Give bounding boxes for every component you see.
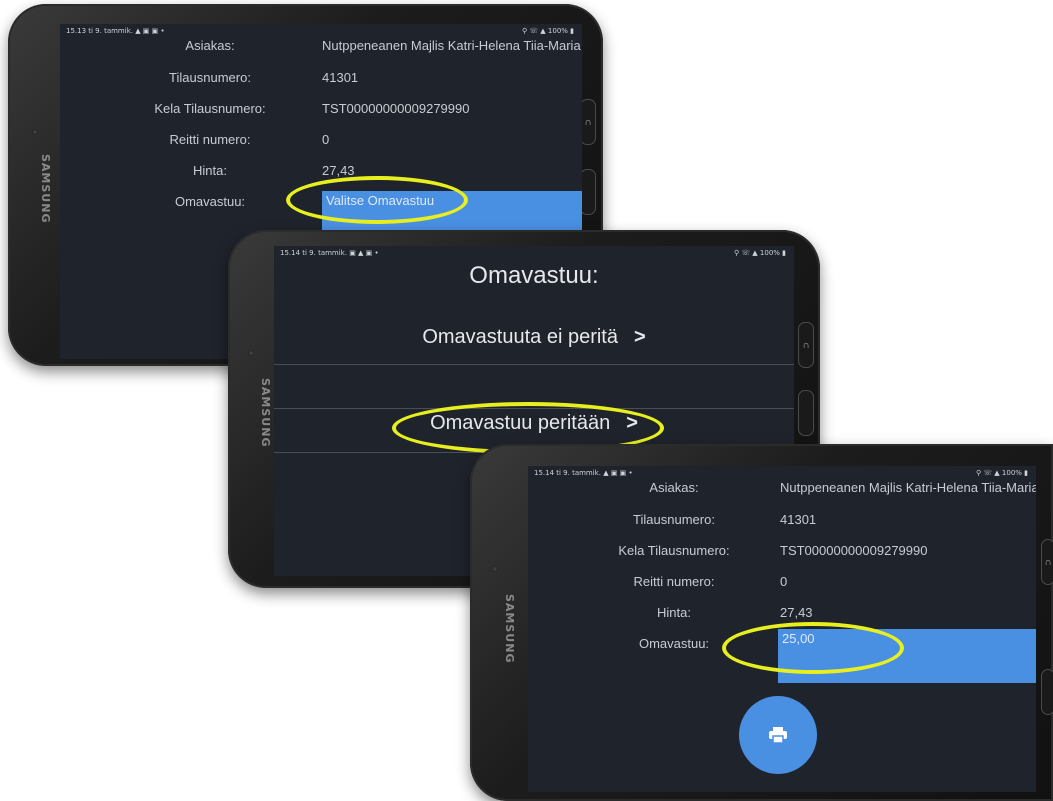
status-time: 15.13 ti 9. tammik. ▲ ▣ ▣ • [66, 27, 165, 35]
value-tilausnumero: 41301 [780, 512, 817, 527]
label-reitti-numero: Reitti numero: [633, 574, 715, 589]
label-kela-tilausnumero: Kela Tilausnumero: [154, 101, 266, 116]
status-icons: ⚲ ☏ ▲ 100% ▮ [975, 469, 1028, 477]
value-asiakas: Nutppeneanen Majlis Katri-Helena Tiia-Ma… [322, 38, 581, 53]
value-hinta: 27,43 [780, 605, 813, 620]
label-tilausnumero: Tilausnumero: [169, 70, 251, 85]
recent-apps-key[interactable]: ∩ [1041, 539, 1053, 585]
value-asiakas: Nutppeneanen Majlis Katri-Helena Tiia-Ma… [780, 480, 1036, 495]
label-hinta: Hinta: [657, 605, 691, 620]
chevron-right-icon: > [633, 326, 646, 348]
option-ei-perita[interactable]: Omavastuuta ei peritä > [274, 326, 794, 349]
option-ei-perita-label: Omavastuuta ei peritä [422, 326, 618, 348]
value-kela-tilausnumero: TST00000000009279990 [780, 543, 928, 558]
camera-icon [492, 566, 498, 572]
brand-logo: SAMSUNG [503, 594, 516, 664]
status-bar: 15.14 ti 9. tammik. ▣ ▲ ▣ • ⚲ ☏ ▲ 100% ▮ [274, 246, 794, 260]
back-key[interactable] [1041, 669, 1053, 715]
label-tilausnumero: Tilausnumero: [633, 512, 715, 527]
omavastuu-title: Omavastuu: [469, 262, 599, 289]
value-hinta: 27,43 [322, 163, 355, 178]
print-icon [769, 727, 787, 744]
status-bar: 15.13 ti 9. tammik. ▲ ▣ ▣ • ⚲ ☏ ▲ 100% ▮ [60, 24, 582, 38]
brand-logo: SAMSUNG [259, 378, 272, 448]
status-time: 15.14 ti 9. tammik. ▲ ▣ ▣ • [534, 469, 633, 477]
status-time: 15.14 ti 9. tammik. ▣ ▲ ▣ • [280, 249, 379, 257]
recent-apps-key[interactable]: ∩ [580, 99, 596, 145]
divider [274, 364, 794, 365]
highlight-ellipse [722, 622, 904, 674]
value-reitti-numero: 0 [780, 574, 788, 589]
value-tilausnumero: 41301 [322, 70, 359, 85]
recent-apps-key[interactable]: ∩ [798, 322, 814, 368]
label-hinta: Hinta: [193, 163, 227, 178]
print-button[interactable] [739, 696, 817, 774]
label-kela-tilausnumero: Kela Tilausnumero: [618, 543, 730, 558]
tablet-3: SAMSUNG ∩ 15.14 ti 9. tammik. ▲ ▣ ▣ • ⚲ … [470, 444, 1053, 801]
brand-logo: SAMSUNG [39, 154, 52, 224]
label-reitti-numero: Reitti numero: [169, 132, 251, 147]
value-reitti-numero: 0 [322, 132, 330, 147]
highlight-ellipse [286, 176, 468, 224]
status-icons: ⚲ ☏ ▲ 100% ▮ [733, 249, 786, 257]
label-asiakas: Asiakas: [649, 480, 699, 495]
camera-icon [32, 129, 38, 135]
back-key[interactable] [798, 390, 814, 436]
back-key[interactable] [580, 169, 596, 215]
value-kela-tilausnumero: TST00000000009279990 [322, 101, 470, 116]
status-bar: 15.14 ti 9. tammik. ▲ ▣ ▣ • ⚲ ☏ ▲ 100% ▮ [528, 466, 1036, 480]
label-asiakas: Asiakas: [185, 38, 235, 53]
camera-icon [248, 350, 254, 356]
status-icons: ⚲ ☏ ▲ 100% ▮ [521, 27, 574, 35]
